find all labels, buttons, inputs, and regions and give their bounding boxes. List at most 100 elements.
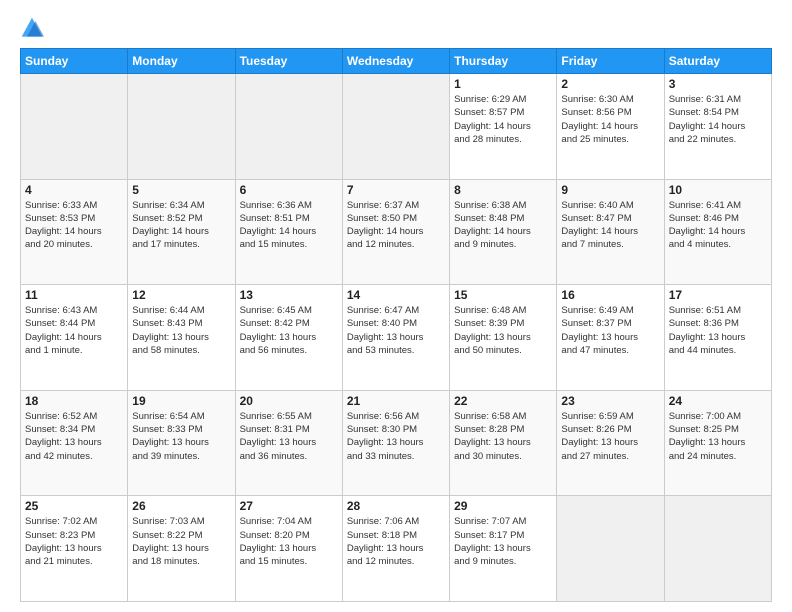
weekday-header-tuesday: Tuesday bbox=[235, 49, 342, 74]
calendar-cell bbox=[235, 74, 342, 180]
calendar-cell: 15 Sunrise: 6:48 AMSunset: 8:39 PMDayligh… bbox=[450, 285, 557, 391]
day-number: 9 bbox=[561, 183, 659, 197]
day-detail: Sunrise: 6:52 AMSunset: 8:34 PMDaylight:… bbox=[25, 410, 123, 463]
day-detail: Sunrise: 6:30 AMSunset: 8:56 PMDaylight:… bbox=[561, 93, 659, 146]
day-detail: Sunrise: 6:36 AMSunset: 8:51 PMDaylight:… bbox=[240, 199, 338, 252]
calendar-cell bbox=[664, 496, 771, 602]
day-detail: Sunrise: 6:44 AMSunset: 8:43 PMDaylight:… bbox=[132, 304, 230, 357]
day-number: 1 bbox=[454, 77, 552, 91]
day-number: 20 bbox=[240, 394, 338, 408]
weekday-header-thursday: Thursday bbox=[450, 49, 557, 74]
calendar-cell: 21Sunrise: 6:56 AMSunset: 8:30 PMDayligh… bbox=[342, 390, 449, 496]
calendar-week-4: 25 Sunrise: 7:02 AMSunset: 8:23 PMDayligh… bbox=[21, 496, 772, 602]
calendar-cell: 12 Sunrise: 6:44 AMSunset: 8:43 PMDayligh… bbox=[128, 285, 235, 391]
day-detail: Sunrise: 6:34 AMSunset: 8:52 PMDaylight:… bbox=[132, 199, 230, 252]
day-detail: Sunrise: 6:31 AMSunset: 8:54 PMDaylight:… bbox=[669, 93, 767, 146]
calendar-cell: 9 Sunrise: 6:40 AMSunset: 8:47 PMDaylight… bbox=[557, 179, 664, 285]
weekday-header-saturday: Saturday bbox=[664, 49, 771, 74]
calendar-week-2: 11 Sunrise: 6:43 AMSunset: 8:44 PMDayligh… bbox=[21, 285, 772, 391]
calendar-header: SundayMondayTuesdayWednesdayThursdayFrid… bbox=[21, 49, 772, 74]
calendar-cell: 8 Sunrise: 6:38 AMSunset: 8:48 PMDaylight… bbox=[450, 179, 557, 285]
day-number: 14 bbox=[347, 288, 445, 302]
calendar-cell bbox=[21, 74, 128, 180]
day-number: 28 bbox=[347, 499, 445, 513]
day-number: 5 bbox=[132, 183, 230, 197]
day-detail: Sunrise: 6:37 AMSunset: 8:50 PMDaylight:… bbox=[347, 199, 445, 252]
day-number: 11 bbox=[25, 288, 123, 302]
calendar-cell: 26Sunrise: 7:03 AMSunset: 8:22 PMDayligh… bbox=[128, 496, 235, 602]
day-detail: Sunrise: 6:47 AMSunset: 8:40 PMDaylight:… bbox=[347, 304, 445, 357]
day-detail: Sunrise: 6:29 AMSunset: 8:57 PMDaylight:… bbox=[454, 93, 552, 146]
calendar-cell bbox=[128, 74, 235, 180]
day-detail: Sunrise: 7:02 AMSunset: 8:23 PMDaylight:… bbox=[25, 515, 123, 568]
day-detail: Sunrise: 6:38 AMSunset: 8:48 PMDaylight:… bbox=[454, 199, 552, 252]
day-number: 21 bbox=[347, 394, 445, 408]
day-number: 3 bbox=[669, 77, 767, 91]
day-number: 7 bbox=[347, 183, 445, 197]
day-detail: Sunrise: 7:03 AMSunset: 8:22 PMDaylight:… bbox=[132, 515, 230, 568]
day-number: 10 bbox=[669, 183, 767, 197]
weekday-header-wednesday: Wednesday bbox=[342, 49, 449, 74]
calendar-cell: 22Sunrise: 6:58 AMSunset: 8:28 PMDayligh… bbox=[450, 390, 557, 496]
day-number: 27 bbox=[240, 499, 338, 513]
day-detail: Sunrise: 7:07 AMSunset: 8:17 PMDaylight:… bbox=[454, 515, 552, 568]
day-detail: Sunrise: 6:40 AMSunset: 8:47 PMDaylight:… bbox=[561, 199, 659, 252]
weekday-header-sunday: Sunday bbox=[21, 49, 128, 74]
calendar-week-1: 4 Sunrise: 6:33 AMSunset: 8:53 PMDaylight… bbox=[21, 179, 772, 285]
day-detail: Sunrise: 6:51 AMSunset: 8:36 PMDaylight:… bbox=[669, 304, 767, 357]
day-detail: Sunrise: 6:54 AMSunset: 8:33 PMDaylight:… bbox=[132, 410, 230, 463]
calendar-cell: 13 Sunrise: 6:45 AMSunset: 8:42 PMDayligh… bbox=[235, 285, 342, 391]
calendar-cell: 19 Sunrise: 6:54 AMSunset: 8:33 PMDayligh… bbox=[128, 390, 235, 496]
calendar-cell bbox=[342, 74, 449, 180]
calendar-cell: 29 Sunrise: 7:07 AMSunset: 8:17 PMDayligh… bbox=[450, 496, 557, 602]
calendar-week-0: 1 Sunrise: 6:29 AMSunset: 8:57 PMDaylight… bbox=[21, 74, 772, 180]
calendar-cell: 24 Sunrise: 7:00 AMSunset: 8:25 PMDayligh… bbox=[664, 390, 771, 496]
day-detail: Sunrise: 6:48 AMSunset: 8:39 PMDaylight:… bbox=[454, 304, 552, 357]
day-detail: Sunrise: 6:49 AMSunset: 8:37 PMDaylight:… bbox=[561, 304, 659, 357]
day-detail: Sunrise: 6:55 AMSunset: 8:31 PMDaylight:… bbox=[240, 410, 338, 463]
day-number: 18 bbox=[25, 394, 123, 408]
day-detail: Sunrise: 7:00 AMSunset: 8:25 PMDaylight:… bbox=[669, 410, 767, 463]
day-number: 24 bbox=[669, 394, 767, 408]
calendar-cell: 27 Sunrise: 7:04 AMSunset: 8:20 PMDayligh… bbox=[235, 496, 342, 602]
calendar-cell: 1 Sunrise: 6:29 AMSunset: 8:57 PMDaylight… bbox=[450, 74, 557, 180]
calendar-cell: 23 Sunrise: 6:59 AMSunset: 8:26 PMDayligh… bbox=[557, 390, 664, 496]
calendar-cell: 17 Sunrise: 6:51 AMSunset: 8:36 PMDayligh… bbox=[664, 285, 771, 391]
day-number: 12 bbox=[132, 288, 230, 302]
page: SundayMondayTuesdayWednesdayThursdayFrid… bbox=[0, 0, 792, 612]
day-number: 19 bbox=[132, 394, 230, 408]
day-number: 6 bbox=[240, 183, 338, 197]
calendar-cell: 28 Sunrise: 7:06 AMSunset: 8:18 PMDayligh… bbox=[342, 496, 449, 602]
logo bbox=[20, 16, 48, 40]
day-detail: Sunrise: 6:59 AMSunset: 8:26 PMDaylight:… bbox=[561, 410, 659, 463]
calendar-week-3: 18 Sunrise: 6:52 AMSunset: 8:34 PMDayligh… bbox=[21, 390, 772, 496]
day-number: 13 bbox=[240, 288, 338, 302]
day-detail: Sunrise: 6:45 AMSunset: 8:42 PMDaylight:… bbox=[240, 304, 338, 357]
calendar-cell bbox=[557, 496, 664, 602]
weekday-row: SundayMondayTuesdayWednesdayThursdayFrid… bbox=[21, 49, 772, 74]
day-number: 15 bbox=[454, 288, 552, 302]
header bbox=[20, 16, 772, 40]
day-detail: Sunrise: 7:06 AMSunset: 8:18 PMDaylight:… bbox=[347, 515, 445, 568]
calendar-cell: 14 Sunrise: 6:47 AMSunset: 8:40 PMDayligh… bbox=[342, 285, 449, 391]
day-number: 29 bbox=[454, 499, 552, 513]
day-number: 2 bbox=[561, 77, 659, 91]
calendar-cell: 2 Sunrise: 6:30 AMSunset: 8:56 PMDaylight… bbox=[557, 74, 664, 180]
calendar-cell: 6 Sunrise: 6:36 AMSunset: 8:51 PMDaylight… bbox=[235, 179, 342, 285]
day-detail: Sunrise: 6:41 AMSunset: 8:46 PMDaylight:… bbox=[669, 199, 767, 252]
calendar-cell: 7 Sunrise: 6:37 AMSunset: 8:50 PMDaylight… bbox=[342, 179, 449, 285]
day-number: 17 bbox=[669, 288, 767, 302]
day-number: 4 bbox=[25, 183, 123, 197]
day-number: 16 bbox=[561, 288, 659, 302]
day-detail: Sunrise: 6:58 AMSunset: 8:28 PMDaylight:… bbox=[454, 410, 552, 463]
calendar-cell: 10 Sunrise: 6:41 AMSunset: 8:46 PMDayligh… bbox=[664, 179, 771, 285]
day-detail: Sunrise: 6:33 AMSunset: 8:53 PMDaylight:… bbox=[25, 199, 123, 252]
calendar-cell: 11 Sunrise: 6:43 AMSunset: 8:44 PMDayligh… bbox=[21, 285, 128, 391]
day-number: 8 bbox=[454, 183, 552, 197]
day-number: 23 bbox=[561, 394, 659, 408]
calendar-body: 1 Sunrise: 6:29 AMSunset: 8:57 PMDaylight… bbox=[21, 74, 772, 602]
day-detail: Sunrise: 7:04 AMSunset: 8:20 PMDaylight:… bbox=[240, 515, 338, 568]
day-detail: Sunrise: 6:43 AMSunset: 8:44 PMDaylight:… bbox=[25, 304, 123, 357]
calendar-cell: 20 Sunrise: 6:55 AMSunset: 8:31 PMDayligh… bbox=[235, 390, 342, 496]
day-number: 25 bbox=[25, 499, 123, 513]
